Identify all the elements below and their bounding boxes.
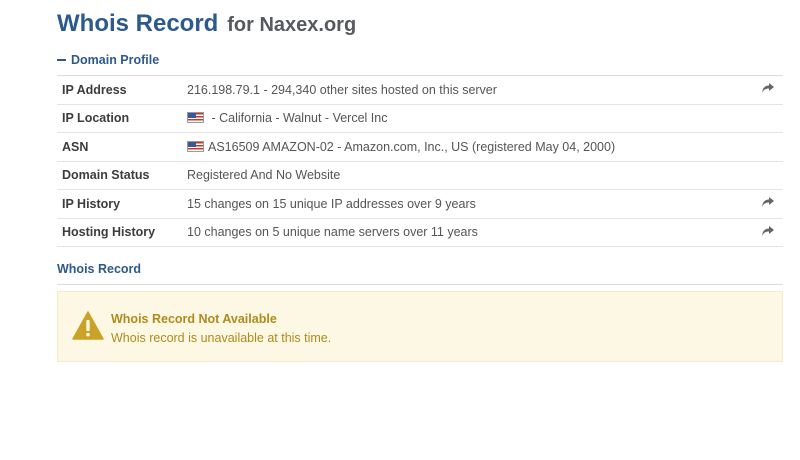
domain-profile-heading: Domain Profile [71,52,160,67]
alert-message: Whois record is unavailable at this time… [111,331,332,345]
page-title: Whois Record for Naxex.org [57,5,783,37]
row-action [753,104,783,133]
share-icon[interactable] [761,82,775,94]
domain-profile-toggle[interactable]: Domain Profile [57,51,783,68]
row-label: IP Address [62,82,127,97]
page-title-domain: for Naxex.org [227,14,357,36]
row-value: 15 changes on 15 unique IP addresses ove… [187,190,753,219]
row-value: AS16509 AMAZON-02 - Amazon.com, Inc., US… [187,133,753,162]
row-label: IP History [62,196,121,211]
row-action [753,133,783,162]
domain-status-value: Registered And No Website [187,168,341,183]
whois-unavailable-alert: Whois Record Not Available Whois record … [57,291,783,362]
whois-record-heading: Whois Record [57,262,142,276]
domain-profile-table: IP Address 216.198.79.1 - 294,340 other … [57,75,783,247]
row-value: Registered And No Website [187,161,753,190]
us-flag-icon [187,140,204,152]
us-flag-icon [187,112,204,124]
table-row: ASN AS16509 AMAZON-02 - Amazon.com, Inc.… [57,133,783,162]
share-icon[interactable] [761,196,775,208]
divider [57,284,783,285]
alert-title: Whois Record Not Available [111,312,277,326]
row-label: Hosting History [62,225,156,240]
asn-value: AS16509 AMAZON-02 - Amazon.com, Inc., US… [208,139,616,154]
ip-address-value: 216.198.79.1 - 294,340 other sites hoste… [187,82,497,97]
warning-icon [72,311,104,340]
row-value: 216.198.79.1 - 294,340 other sites hoste… [187,76,753,105]
row-action [753,218,783,247]
whois-page: Whois Record for Naxex.org Domain Profil… [57,0,783,362]
table-row: IP Location - California - Walnut - Verc… [57,104,783,133]
table-row: Domain Status Registered And No Website [57,161,783,190]
page-title-main: Whois Record [57,10,219,37]
table-row: IP Address 216.198.79.1 - 294,340 other … [57,76,783,105]
ip-location-value: - California - Walnut - Vercel Inc [208,111,388,126]
row-action [753,161,783,190]
row-label: IP Location [62,111,130,126]
row-action [753,190,783,219]
collapse-icon[interactable] [57,58,66,61]
row-action [753,76,783,105]
table-row: Hosting History 10 changes on 5 unique n… [57,218,783,247]
row-label: Domain Status [62,168,150,183]
row-value: 10 changes on 5 unique name servers over… [187,218,753,247]
hosting-history-value: 10 changes on 5 unique name servers over… [187,225,478,240]
row-value: - California - Walnut - Vercel Inc [187,104,753,133]
share-icon[interactable] [761,225,775,237]
ip-history-value: 15 changes on 15 unique IP addresses ove… [187,196,476,211]
row-label: ASN [62,139,89,154]
table-row: IP History 15 changes on 15 unique IP ad… [57,190,783,219]
